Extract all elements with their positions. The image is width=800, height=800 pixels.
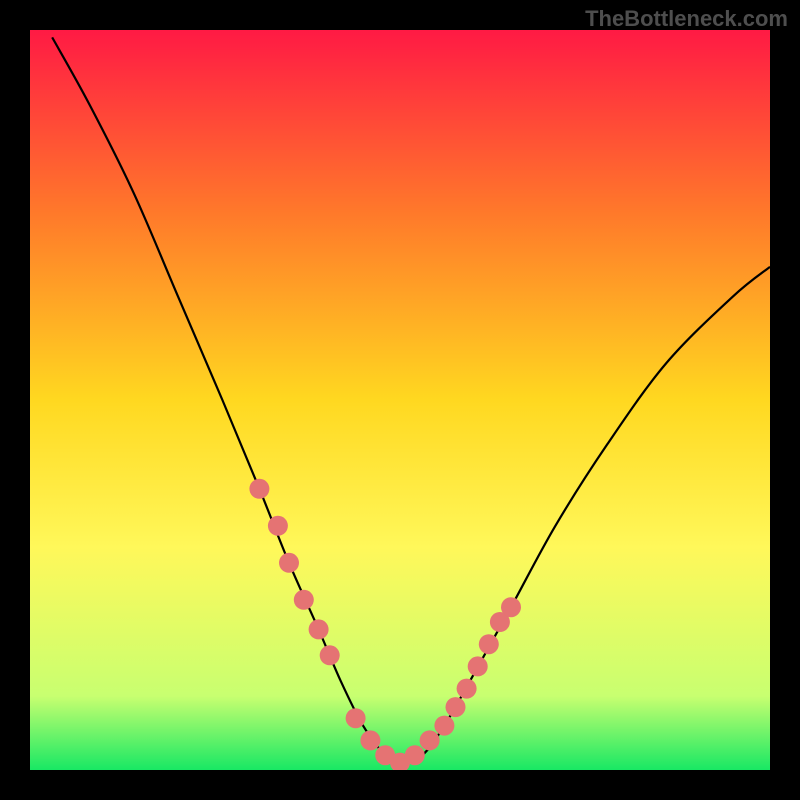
highlight-marker: [346, 708, 366, 728]
watermark-text: TheBottleneck.com: [585, 6, 788, 32]
highlight-marker: [420, 730, 440, 750]
gradient-background: [30, 30, 770, 770]
highlight-marker: [279, 553, 299, 573]
highlight-marker: [249, 479, 269, 499]
highlight-marker: [501, 597, 521, 617]
highlight-marker: [268, 516, 288, 536]
highlight-marker: [468, 656, 488, 676]
chart-container: [30, 30, 770, 770]
highlight-marker: [457, 679, 477, 699]
highlight-marker: [434, 716, 454, 736]
highlight-marker: [309, 619, 329, 639]
bottleneck-chart: [30, 30, 770, 770]
highlight-marker: [294, 590, 314, 610]
highlight-marker: [479, 634, 499, 654]
highlight-marker: [360, 730, 380, 750]
highlight-marker: [405, 745, 425, 765]
highlight-marker: [446, 697, 466, 717]
highlight-marker: [320, 645, 340, 665]
